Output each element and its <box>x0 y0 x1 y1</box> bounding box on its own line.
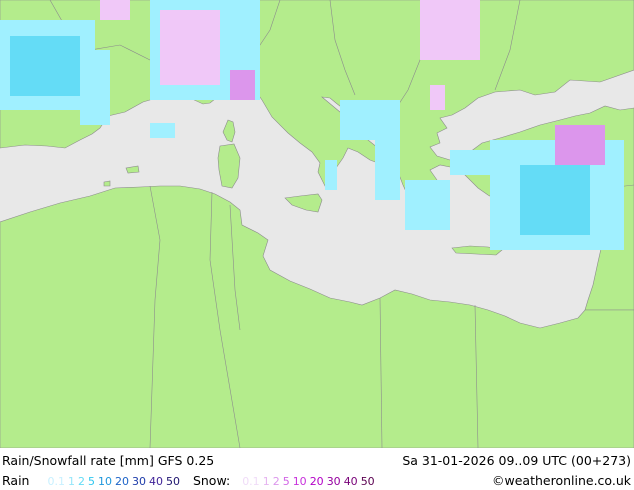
snow-legend-value-2: 2 <box>272 475 280 488</box>
rain-legend-value-1: 1 <box>67 475 75 488</box>
rain-legend-value-0: 0.1 <box>47 475 65 488</box>
legend: Rain 0.1 1 2 5 10 20 30 40 50 Snow: 0.1 1 2 5 10 20 30… <box>2 473 378 488</box>
precipitation-map <box>0 0 634 448</box>
snow-cell-balkans-south <box>430 85 445 110</box>
rain-legend-value-2: 2 <box>77 475 85 488</box>
valid-time: Sa 31-01-2026 09..09 UTC (00+273) <box>402 453 631 468</box>
rain-area-ionian <box>375 140 400 200</box>
snow-area-north <box>100 0 130 20</box>
rain-legend-label: Rain <box>2 473 30 488</box>
rain-legend-value-7: 40 <box>148 475 163 488</box>
snow-legend-value-5: 20 <box>309 475 324 488</box>
snow-area-alps <box>160 10 220 85</box>
rain-legend-value-8: 50 <box>165 475 180 488</box>
snow-legend-label: Snow: <box>192 473 231 488</box>
rain-area-adriatic <box>340 100 400 140</box>
rain-cell-sea <box>150 123 175 138</box>
rain-legend-values: 0.1 1 2 5 10 20 30 40 50 <box>47 473 183 488</box>
map-canvas <box>0 0 634 448</box>
rain-legend-value-6: 30 <box>131 475 146 488</box>
snow-area-po <box>230 70 255 100</box>
snow-legend-value-0: 0.1 <box>242 475 260 488</box>
rain-legend-value-3: 5 <box>87 475 95 488</box>
rain-area-levant-core <box>520 165 590 235</box>
rain-legend-value-4: 10 <box>97 475 112 488</box>
snow-legend-value-4: 10 <box>292 475 307 488</box>
snow-legend-value-6: 30 <box>326 475 341 488</box>
snow-area-anatolia <box>555 125 605 165</box>
rain-area-iberia-core <box>10 36 80 96</box>
snow-legend-value-7: 40 <box>343 475 358 488</box>
rain-area-iberia-east <box>80 50 110 125</box>
rain-legend-value-5: 20 <box>114 475 129 488</box>
map-title: Rain/Snowfall rate [mm] GFS 0.25 <box>2 453 215 468</box>
legend-bar: Rain 0.1 1 2 5 10 20 30 40 50 Snow: 0.1 1 2 5 10 20 30… <box>0 472 634 490</box>
title-bar: Rain/Snowfall rate [mm] GFS 0.25 Sa 31-0… <box>0 452 634 470</box>
snow-legend-value-8: 50 <box>360 475 375 488</box>
snow-legend-value-1: 1 <box>262 475 270 488</box>
snow-legend-value-3: 5 <box>282 475 290 488</box>
rain-cell-calabria <box>325 160 337 190</box>
credit-link[interactable]: ©weatheronline.co.uk <box>492 473 631 488</box>
rain-area-greece <box>405 180 450 230</box>
snow-area-balkans <box>420 0 480 60</box>
snow-legend-values: 0.1 1 2 5 10 20 30 40 50 <box>242 473 378 488</box>
